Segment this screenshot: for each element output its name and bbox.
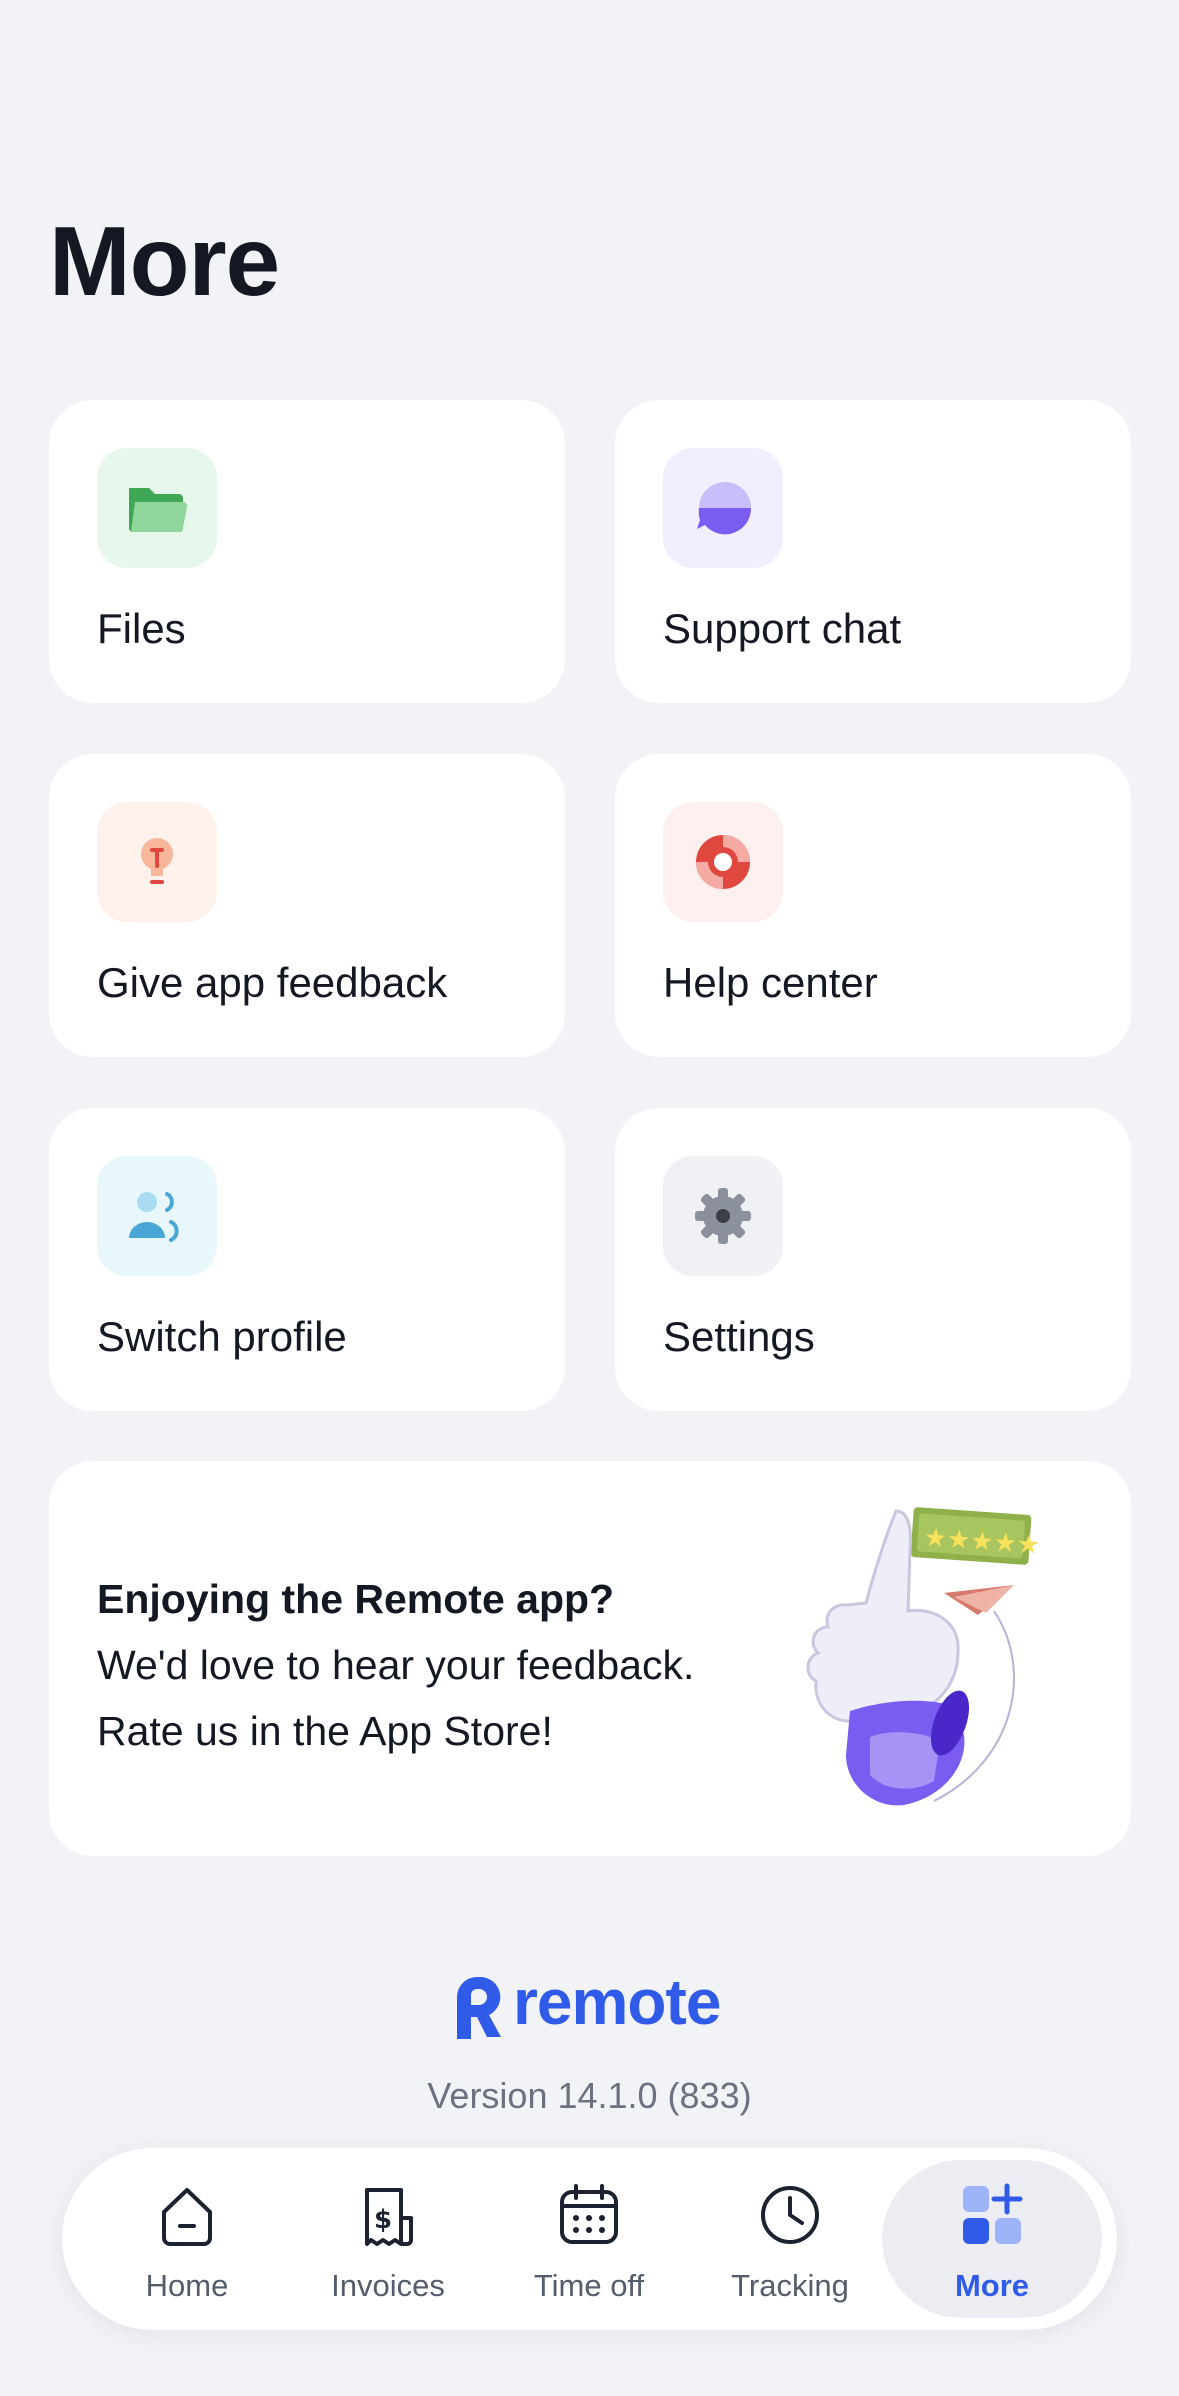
lightbulb-icon	[97, 802, 217, 922]
tab-home[interactable]: Home	[77, 2160, 297, 2318]
svg-text:$: $	[374, 2205, 392, 2235]
switch-profile-label: Switch profile	[97, 1313, 347, 1360]
app-version: Version 14.1.0 (833)	[427, 2075, 752, 2116]
tab-more[interactable]: More	[882, 2160, 1102, 2318]
tab-invoices[interactable]: $ Invoices	[278, 2160, 498, 2318]
thumbs-up-rating-illustration: ★★★★★	[806, 1507, 1041, 1806]
tab-tracking-label: Tracking	[731, 2268, 849, 2303]
banner-title: Enjoying the Remote app?	[97, 1576, 615, 1622]
tab-time-off-label: Time off	[533, 2268, 645, 2303]
banner-line-2: Rate us in the App Store!	[97, 1708, 553, 1754]
support-chat-tile[interactable]: Support chat	[615, 400, 1131, 703]
brand-name: remote	[513, 1966, 721, 2038]
remote-logo: remote	[451, 1966, 731, 2044]
help-center-label: Help center	[663, 959, 878, 1006]
calendar-icon	[560, 2184, 618, 2244]
home-icon	[162, 2188, 212, 2246]
tab-time-off[interactable]: Time off	[479, 2160, 699, 2318]
page-title: More	[49, 206, 280, 316]
folder-icon	[97, 448, 217, 568]
files-label: Files	[97, 605, 186, 652]
switch-profile-icon	[97, 1156, 217, 1276]
remote-logo-mark	[457, 1977, 501, 2039]
bottom-tab-bar: Home $ Invoices Time off Tracking More	[62, 2148, 1117, 2330]
help-center-tile[interactable]: Help center	[615, 754, 1131, 1057]
settings-label: Settings	[663, 1313, 815, 1360]
tab-invoices-label: Invoices	[331, 2268, 445, 2303]
banner-line-1: We'd love to hear your feedback.	[97, 1642, 695, 1688]
settings-tile[interactable]: Settings	[615, 1108, 1131, 1411]
files-tile[interactable]: Files	[49, 400, 565, 703]
switch-profile-tile[interactable]: Switch profile	[49, 1108, 565, 1411]
gear-icon	[663, 1156, 783, 1276]
clock-icon	[761, 2186, 819, 2244]
tab-more-label: More	[954, 2268, 1030, 2303]
more-grid-icon	[963, 2183, 1023, 2244]
invoice-icon: $	[365, 2188, 413, 2246]
give-app-feedback-label: Give app feedback	[97, 959, 448, 1006]
chat-bubble-icon	[663, 448, 783, 568]
support-chat-label: Support chat	[663, 605, 902, 652]
rate-app-banner[interactable]: Enjoying the Remote app? We'd love to he…	[49, 1461, 1131, 1856]
banner-text: Enjoying the Remote app? We'd love to he…	[97, 1566, 817, 1764]
give-app-feedback-tile[interactable]: Give app feedback	[49, 754, 565, 1057]
tab-home-label: Home	[145, 2268, 229, 2303]
tab-tracking[interactable]: Tracking	[680, 2160, 900, 2318]
lifebuoy-icon	[663, 802, 783, 922]
